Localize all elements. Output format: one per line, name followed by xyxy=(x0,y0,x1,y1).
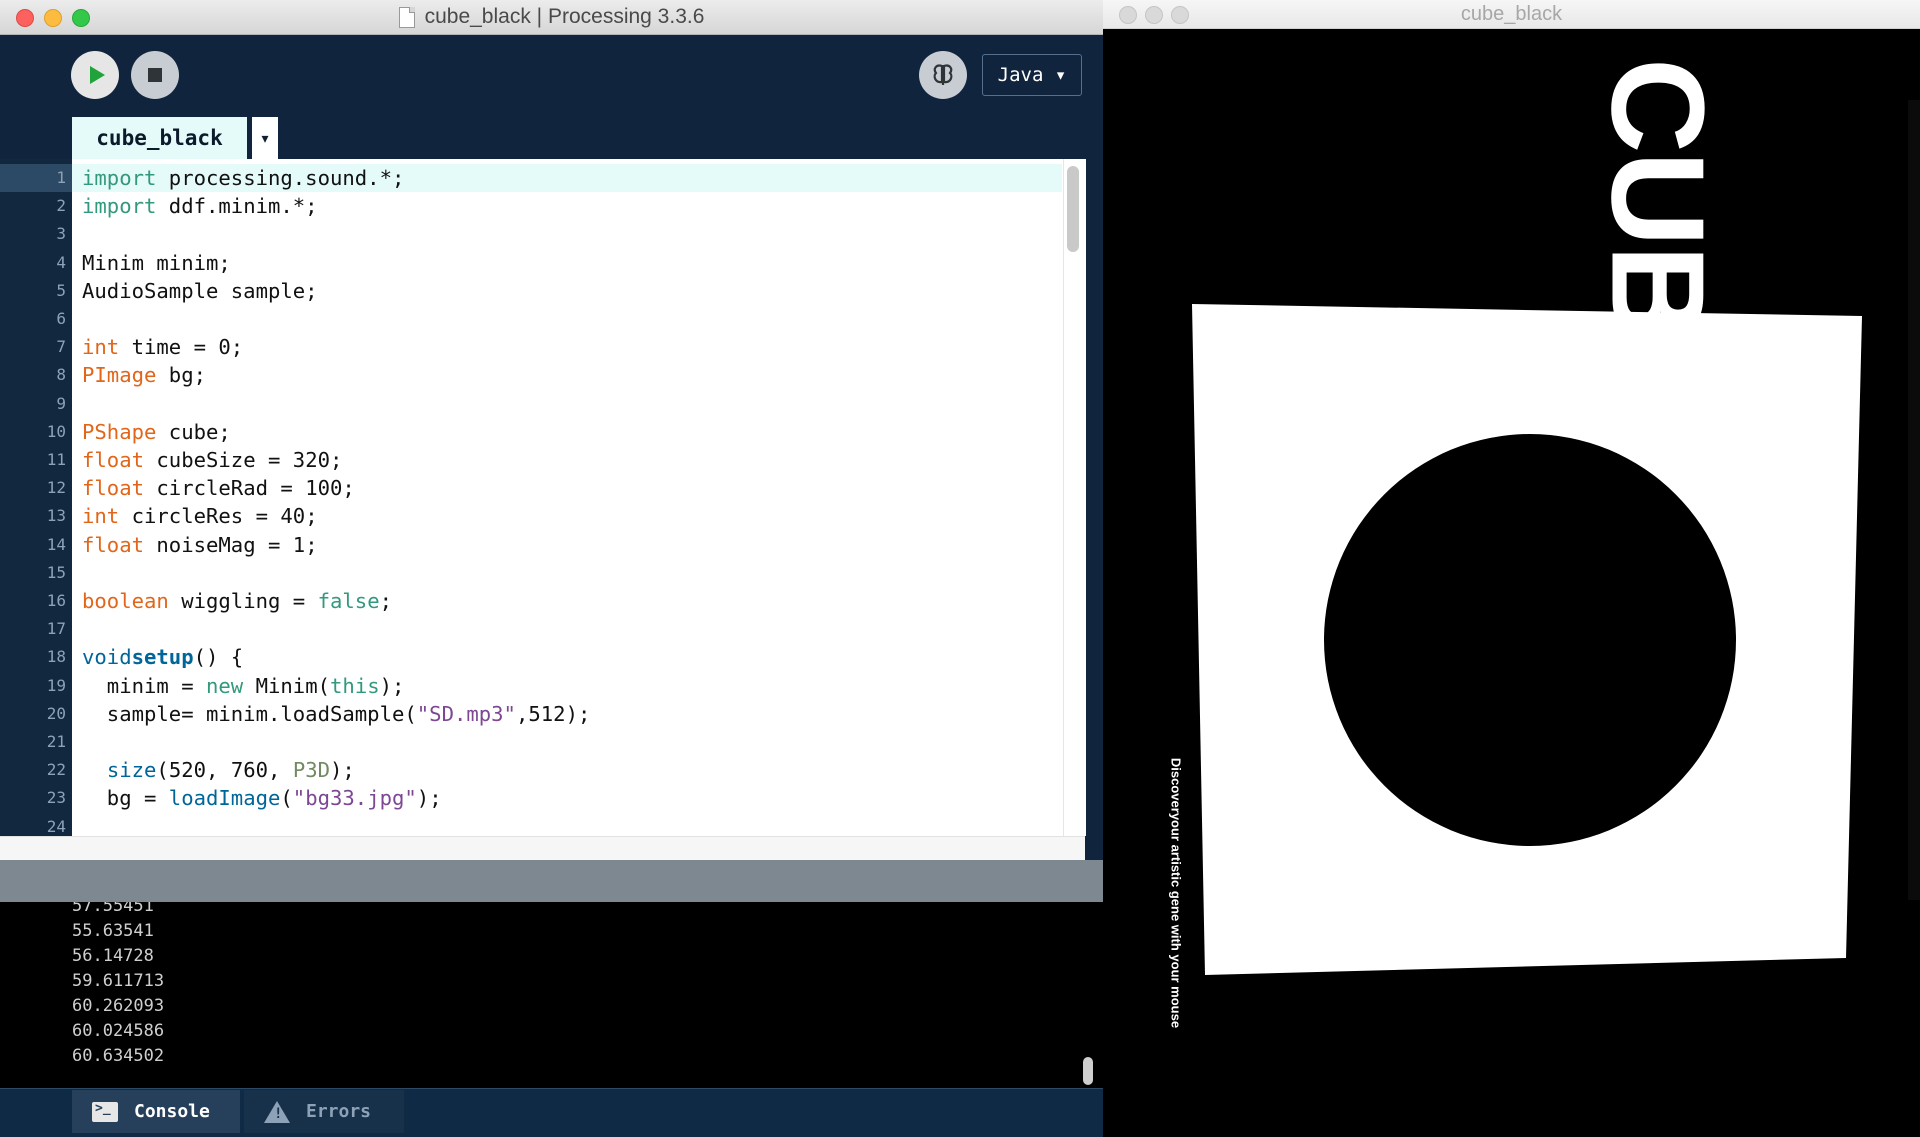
black-circle xyxy=(1324,434,1736,846)
tagline-text: Discoveryour artistic gene with your mou… xyxy=(1168,757,1184,1029)
cube-title-text: CUB xyxy=(1584,58,1732,338)
sketch-right-edge xyxy=(1908,100,1920,900)
